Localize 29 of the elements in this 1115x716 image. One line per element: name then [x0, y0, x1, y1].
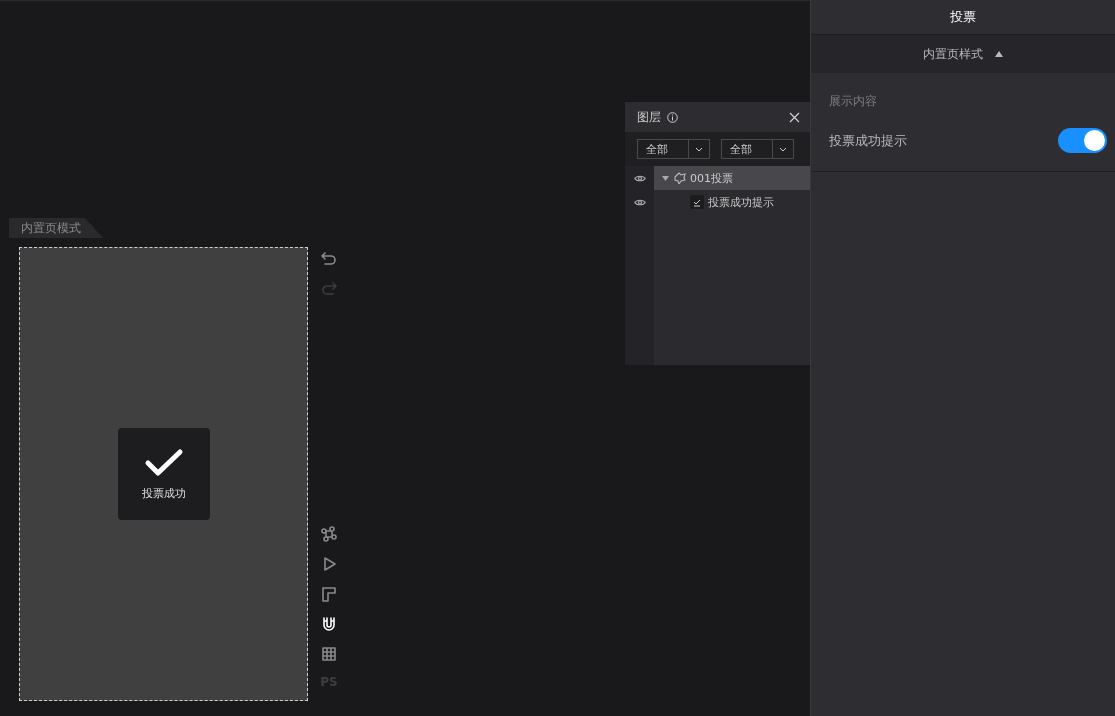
checkmark-icon — [143, 447, 184, 478]
filter-dropdown[interactable]: 全部 — [637, 139, 710, 159]
info-icon[interactable] — [667, 111, 678, 123]
eye-icon[interactable] — [633, 197, 646, 207]
chevron-down-icon — [695, 146, 703, 152]
command-key-icon[interactable] — [320, 525, 338, 543]
close-icon[interactable] — [789, 111, 800, 123]
magnet-icon[interactable] — [320, 615, 338, 633]
layer-name: 投票成功提示 — [708, 194, 774, 210]
eye-icon[interactable] — [633, 173, 646, 183]
component-icon — [673, 172, 686, 184]
mode-tab[interactable]: 内置页模式 — [9, 218, 103, 238]
checkbox-layer-icon — [690, 195, 704, 209]
layer-row[interactable]: 投票成功提示 — [654, 190, 810, 214]
toast-text: 投票成功 — [141, 485, 186, 501]
ruler-icon[interactable] — [320, 585, 338, 603]
group-label: 展示内容 — [829, 93, 878, 110]
collapse-caret-icon[interactable] — [995, 51, 1003, 57]
layer-row[interactable]: 001投票 — [654, 166, 810, 190]
grid-icon[interactable] — [320, 645, 338, 663]
layers-title: 图层 — [637, 108, 661, 126]
expand-caret-icon[interactable] — [662, 174, 669, 182]
toggle-switch[interactable] — [1058, 128, 1107, 153]
setting-label: 投票成功提示 — [829, 131, 907, 150]
undo-icon[interactable] — [320, 249, 338, 267]
section-header[interactable]: 内置页样式 — [811, 35, 1115, 73]
layer-name: 001投票 — [690, 170, 733, 186]
chevron-down-icon — [779, 146, 787, 152]
filter-dropdown[interactable]: 全部 — [721, 139, 794, 159]
